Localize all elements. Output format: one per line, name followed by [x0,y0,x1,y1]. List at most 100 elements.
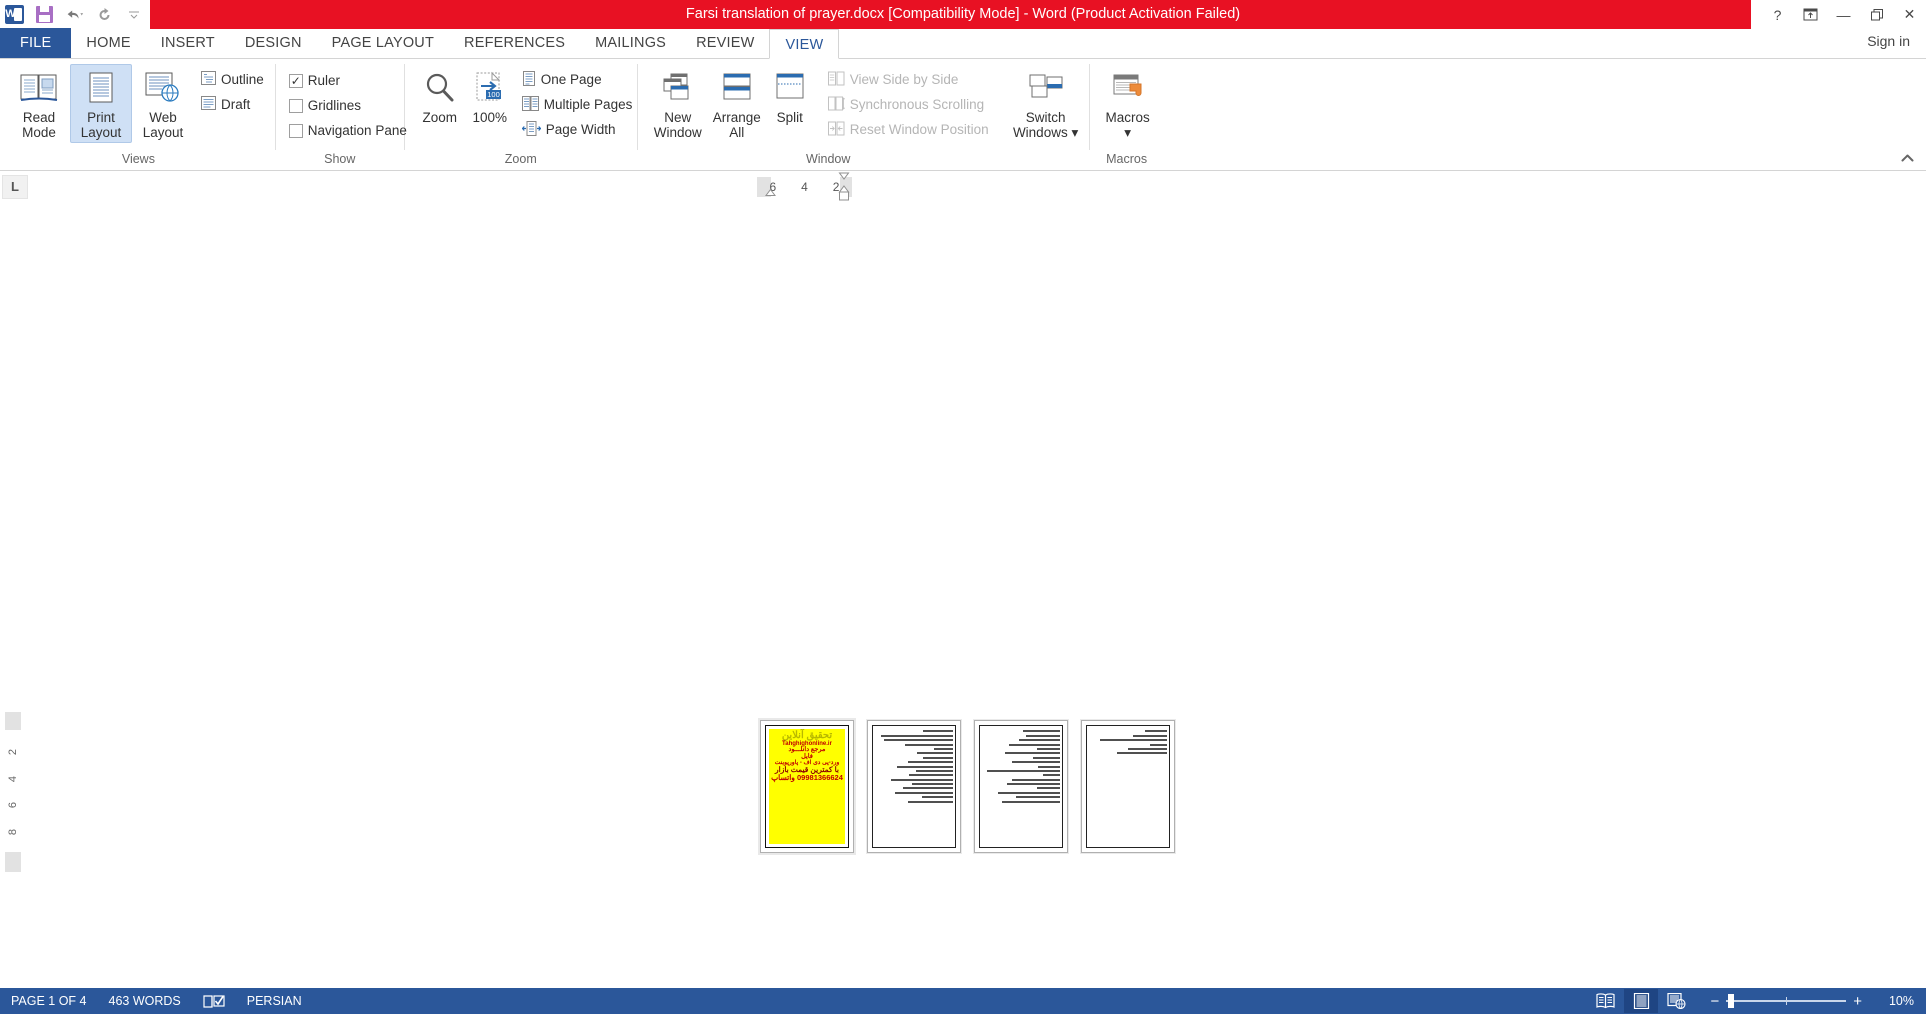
arrange-all-icon [715,68,759,108]
sign-in-link[interactable]: Sign in [1867,33,1910,49]
vruler-tick-6: 6 [7,802,19,809]
web-layout-view-button[interactable] [1660,989,1694,1013]
zoom-out-button[interactable]: − [1710,994,1719,1009]
print-layout-view-button[interactable] [1624,989,1659,1013]
new-window-icon [656,68,700,108]
reset-window-position-button[interactable]: Reset Window Position [825,117,994,142]
ribbon-group-views: Read Mode Print Layout Web Layout Outlin… [2,59,275,169]
chevron-down-icon[interactable]: ▾ [1124,125,1131,140]
multiple-pages-icon [521,95,539,114]
text-line [895,791,953,794]
tab-file[interactable]: FILE [0,28,72,58]
undo-icon[interactable] [64,5,84,25]
one-page-label: One Page [540,72,602,87]
switch-windows-button[interactable]: Switch Windows ▾ [1009,64,1083,143]
page-indicator[interactable]: PAGE 1 OF 4 [0,988,98,1014]
zoom-100-button[interactable]: 100 100% [465,64,515,128]
web-layout-button[interactable]: Web Layout [132,64,194,143]
navigation-pane-checkbox[interactable]: Navigation Pane [286,118,412,143]
collapse-ribbon-icon[interactable] [1898,150,1916,166]
tab-home[interactable]: HOME [71,28,145,58]
draft-label: Draft [221,97,251,112]
multiple-pages-button[interactable]: Multiple Pages [519,92,638,117]
zoom-level-button[interactable]: 10% [1874,994,1914,1008]
view-side-by-side-label: View Side by Side [849,72,959,87]
text-line [1128,747,1167,750]
tab-view[interactable]: VIEW [769,29,840,59]
document-canvas[interactable]: 2 4 6 8 تحقیق آنلاین Tahghighonline.ir م… [0,202,1926,1010]
document-page-4[interactable] [1081,720,1175,853]
text-line [933,747,953,750]
gridlines-checkbox-box [288,98,303,113]
page-4-text [1086,725,1170,848]
document-page-3[interactable] [974,720,1068,853]
page-width-label: Page Width [545,122,616,137]
outline-button[interactable]: Outline [198,67,269,92]
text-line [923,730,953,733]
tab-stop-selector[interactable]: L [2,174,28,199]
tab-page-layout[interactable]: PAGE LAYOUT [317,28,449,58]
read-mode-label: Read Mode [22,110,56,140]
customize-qat-icon[interactable] [124,5,144,25]
macros-button[interactable]: Macros ▾ [1098,64,1158,143]
word-count[interactable]: 463 WORDS [98,988,192,1014]
text-line [915,769,953,772]
page-3-text [979,725,1063,848]
ribbon-tab-bar: FILE HOME INSERT DESIGN PAGE LAYOUT REFE… [0,28,1926,59]
one-page-button[interactable]: One Page [519,67,638,92]
macros-group-label: Macros [1106,152,1148,166]
zoom-in-button[interactable]: + [1853,994,1862,1009]
text-line [1038,765,1060,768]
ribbon-display-options-icon[interactable] [1794,0,1827,29]
zoom-button[interactable]: Zoom [415,64,465,128]
language-indicator[interactable]: PERSIAN [236,988,313,1014]
minimize-button[interactable]: — [1827,0,1860,29]
view-side-by-side-button[interactable]: View Side by Side [825,67,994,92]
first-line-indent-marker[interactable] [765,183,776,201]
zoom-slider-handle[interactable] [1728,994,1735,1008]
page-width-button[interactable]: Page Width [519,117,638,142]
redo-icon[interactable] [94,5,114,25]
help-icon[interactable]: ? [1761,0,1794,29]
advertisement-block: تحقیق آنلاین Tahghighonline.ir مرجع دانل… [769,729,845,844]
text-line [1005,752,1060,755]
draft-button[interactable]: Draft [198,92,269,117]
gridlines-label: Gridlines [307,98,362,113]
synchronous-scrolling-button[interactable]: Synchronous Scrolling [825,92,994,117]
page-2-text [872,725,956,848]
word-app-icon[interactable]: W [4,5,24,25]
arrange-all-button[interactable]: Arrange All [708,64,766,143]
text-line [1008,743,1060,746]
new-window-button[interactable]: New Window [648,64,708,143]
chevron-down-icon[interactable]: ▾ [1071,125,1078,140]
restore-button[interactable] [1860,0,1893,29]
save-icon[interactable] [34,5,54,25]
split-button[interactable]: Split [766,64,814,128]
switch-windows-icon [1024,68,1068,108]
close-button[interactable]: ✕ [1893,0,1926,29]
tab-review[interactable]: REVIEW [681,28,769,58]
text-line [1036,747,1060,750]
ribbon-group-window: New Window Arrange All Split View Side b… [638,59,1089,169]
document-page-1[interactable]: تحقیق آنلاین Tahghighonline.ir مرجع دانل… [760,720,854,853]
read-mode-button[interactable]: Read Mode [8,64,70,143]
horizontal-ruler[interactable]: 6 4 2 [757,172,852,201]
text-line [1011,761,1060,764]
read-mode-view-button[interactable] [1588,989,1622,1013]
print-layout-button[interactable]: Print Layout [70,64,132,143]
ruler-checkbox[interactable]: ✓ Ruler [286,68,412,93]
document-page-2[interactable] [867,720,961,853]
tab-design[interactable]: DESIGN [230,28,317,58]
zoom-slider[interactable]: − + [1710,994,1862,1009]
proofing-errors-icon[interactable] [192,988,236,1014]
tab-mailings[interactable]: MAILINGS [580,28,681,58]
text-line [1117,752,1167,755]
page-width-icon [521,120,542,139]
tab-insert[interactable]: INSERT [146,28,230,58]
vertical-ruler[interactable]: 2 4 6 8 [5,712,21,872]
zoom-slider-track[interactable] [1726,994,1847,1008]
gridlines-checkbox[interactable]: Gridlines [286,93,412,118]
text-line [997,791,1060,794]
tab-references[interactable]: REFERENCES [449,28,580,58]
synchronous-scrolling-icon [827,96,845,114]
